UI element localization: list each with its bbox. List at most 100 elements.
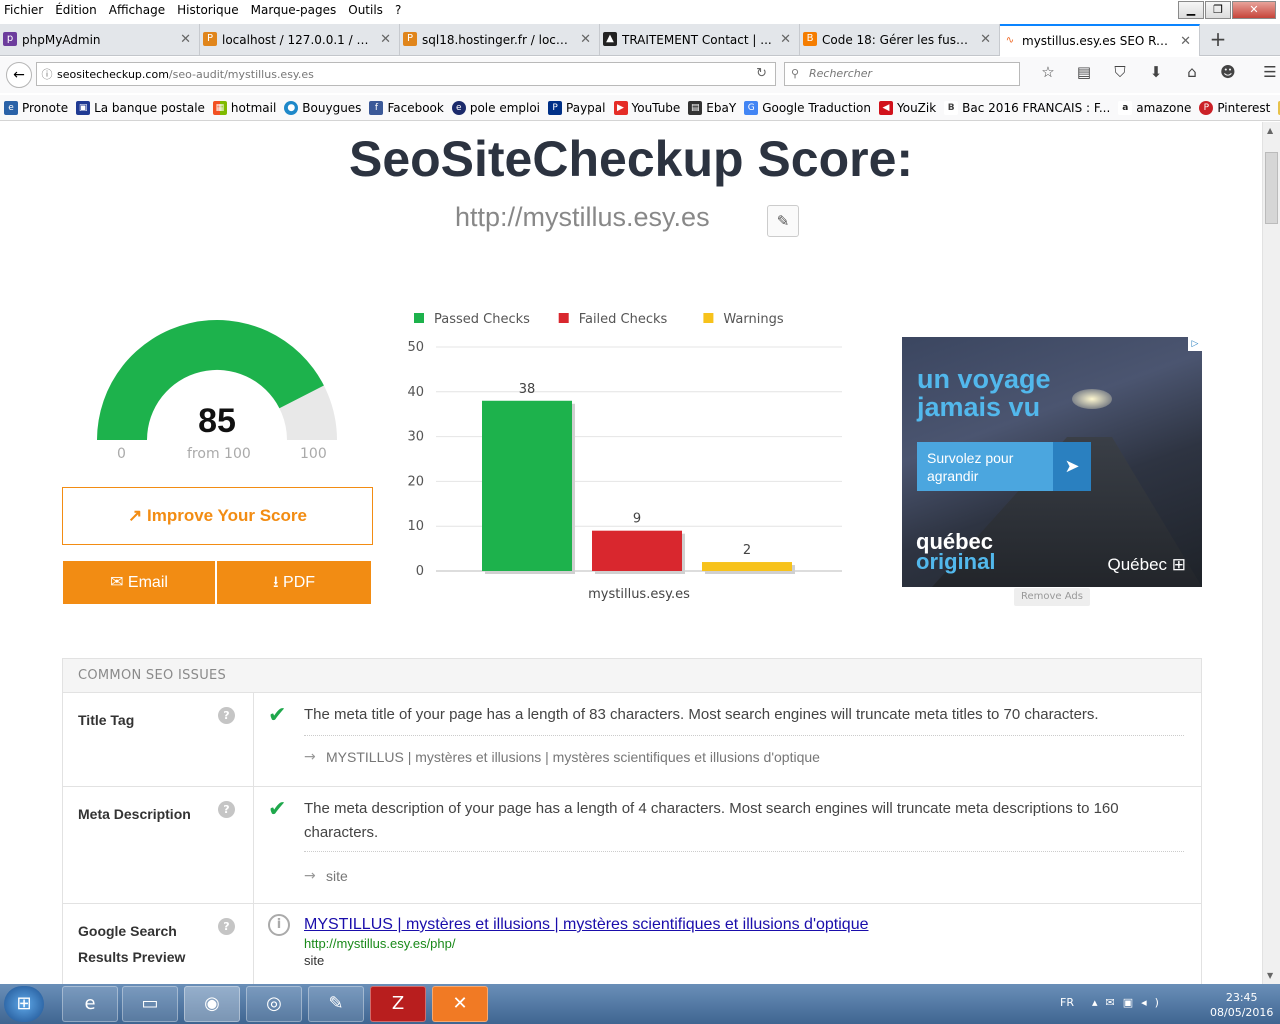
ad-brand-bottom: original bbox=[916, 549, 996, 574]
checkmark-icon: ✔ bbox=[268, 797, 287, 822]
close-tab-icon[interactable]: ✕ bbox=[1180, 34, 1191, 49]
y-tick-label: 40 bbox=[407, 385, 424, 400]
menu-historique[interactable]: Historique bbox=[177, 3, 239, 17]
bookmark-youtube[interactable]: ▶ YouTube bbox=[613, 100, 680, 115]
bookmark-pinterest[interactable]: P Pinterest bbox=[1199, 100, 1270, 115]
help-icon[interactable]: ? bbox=[218, 707, 235, 724]
menu-outils[interactable]: Outils bbox=[348, 3, 383, 17]
taskbar-explorer-icon[interactable]: ▭ bbox=[122, 986, 178, 1022]
taskbar-xampp-icon[interactable]: ✕ bbox=[432, 986, 488, 1022]
google-translate-icon: G bbox=[744, 100, 759, 115]
bookmark-pole-emploi[interactable]: e pole emploi bbox=[451, 100, 540, 115]
menu-marque-pages[interactable]: Marque-pages bbox=[251, 3, 337, 17]
menu-help[interactable]: ? bbox=[395, 3, 401, 17]
arrow-right-icon: → bbox=[304, 749, 316, 765]
clock[interactable]: 23:45 08/05/2016 bbox=[1210, 990, 1273, 1020]
blogger-icon: B bbox=[803, 32, 817, 46]
bookmark-amazone[interactable]: a amazone bbox=[1118, 100, 1191, 115]
bookmarks-list-icon[interactable]: ▤ bbox=[1066, 63, 1102, 81]
menu-fichier[interactable]: Fichier bbox=[4, 3, 43, 17]
scroll-up-icon[interactable]: ▲ bbox=[1267, 126, 1273, 135]
bookmark-youzik[interactable]: ◀ YouZik bbox=[878, 100, 936, 115]
close-window-button[interactable]: ✕ bbox=[1232, 1, 1276, 19]
tab-traitement[interactable]: ▲ TRAITEMENT Contact | ... ✕ bbox=[600, 24, 800, 55]
banque-icon: ▣ bbox=[76, 100, 91, 115]
x-category-label: mystillus.esy.es bbox=[588, 587, 690, 602]
site-url: http://mystillus.esy.es bbox=[455, 202, 710, 232]
tab-hostinger[interactable]: P sql18.hostinger.fr / localh... ✕ bbox=[400, 24, 600, 55]
pocket-icon[interactable]: ⛉ bbox=[1102, 63, 1138, 81]
ad-banner[interactable]: ▷ un voyage jamais vu Survolez pour agra… bbox=[902, 337, 1202, 587]
preview-title-link[interactable]: MYSTILLUS | mystères et illusions | myst… bbox=[304, 916, 868, 934]
vertical-scrollbar[interactable]: ▲ ▼ bbox=[1262, 122, 1280, 984]
scroll-down-icon[interactable]: ▼ bbox=[1267, 971, 1273, 980]
bookmark-label: hotmail bbox=[230, 100, 277, 115]
menu-edition[interactable]: Édition bbox=[55, 3, 97, 17]
taskbar-firefox-icon[interactable]: ◉ bbox=[184, 986, 240, 1022]
bouygues-icon: ● bbox=[284, 100, 299, 115]
ebay-icon: ▤ bbox=[688, 100, 703, 115]
chat-icon[interactable]: ☻ bbox=[1210, 63, 1246, 81]
minimize-button[interactable]: ▁ bbox=[1178, 1, 1204, 19]
scrollbar-thumb[interactable] bbox=[1265, 152, 1278, 224]
bookmark-paypal[interactable]: P Paypal bbox=[548, 100, 606, 115]
help-icon[interactable]: ? bbox=[218, 801, 235, 818]
bookmark-facebook[interactable]: f Facebook bbox=[369, 100, 444, 115]
bac-icon: B bbox=[944, 100, 959, 115]
legend-swatch bbox=[558, 313, 569, 323]
remove-ads-button[interactable]: Remove Ads bbox=[1014, 588, 1090, 606]
improve-score-button[interactable]: ↗ Improve Your Score bbox=[62, 487, 373, 545]
bookmark-ebay[interactable]: ▤ EbaY bbox=[688, 100, 736, 115]
reload-icon[interactable]: ↻ bbox=[756, 66, 767, 81]
score-min: 0 bbox=[117, 446, 126, 462]
ad-headline: un voyage jamais vu bbox=[917, 364, 1051, 422]
data-label: 9 bbox=[633, 512, 641, 527]
edit-pencil-icon[interactable]: ✎ bbox=[767, 205, 799, 237]
youtube-icon: ▶ bbox=[613, 100, 628, 115]
site-info-icon[interactable]: ⓘ bbox=[37, 66, 57, 82]
help-icon[interactable]: ? bbox=[218, 918, 235, 935]
bookmark-star-icon[interactable]: ☆ bbox=[1030, 63, 1066, 81]
home-icon[interactable]: ⌂ bbox=[1174, 63, 1210, 81]
taskbar-ie-icon[interactable]: e bbox=[62, 986, 118, 1022]
issue-detail: site bbox=[326, 868, 348, 884]
preview-description: site bbox=[304, 953, 325, 968]
close-tab-icon[interactable]: ✕ bbox=[380, 32, 391, 47]
bar-warnings bbox=[702, 562, 792, 571]
language-indicator[interactable]: FR bbox=[1060, 996, 1074, 1009]
bookmark-banque-postale[interactable]: ▣ La banque postale bbox=[76, 100, 205, 115]
issue-label: Title Tag bbox=[78, 712, 135, 728]
bookmark-hotmail[interactable]: ▦ hotmail bbox=[212, 100, 277, 115]
menu-hamburger-icon[interactable]: ☰ bbox=[1252, 63, 1280, 81]
adchoices-icon[interactable]: ▷ bbox=[1188, 337, 1202, 351]
menu-affichage[interactable]: Affichage bbox=[109, 3, 165, 17]
email-button[interactable]: ✉ Email bbox=[63, 561, 215, 604]
tray-icons[interactable]: ▴✉▣◂) bbox=[1092, 996, 1167, 1009]
close-tab-icon[interactable]: ✕ bbox=[580, 32, 591, 47]
tab-code18[interactable]: B Code 18: Gérer les fuseau... ✕ bbox=[800, 24, 1000, 55]
download-icon[interactable]: ⬇ bbox=[1138, 63, 1174, 81]
pdf-button[interactable]: ⭳ PDF bbox=[217, 561, 371, 604]
close-tab-icon[interactable]: ✕ bbox=[780, 32, 791, 47]
issue-label: Google Search Results Preview bbox=[78, 923, 186, 965]
tab-phpmyadmin[interactable]: p phpMyAdmin ✕ bbox=[0, 24, 200, 55]
new-tab-button[interactable]: + bbox=[1200, 24, 1236, 55]
data-label: 2 bbox=[743, 543, 751, 558]
tab-localhost[interactable]: P localhost / 127.0.0.1 / u12... ✕ bbox=[200, 24, 400, 55]
close-tab-icon[interactable]: ✕ bbox=[980, 32, 991, 47]
close-tab-icon[interactable]: ✕ bbox=[180, 32, 191, 47]
bookmark-bouygues[interactable]: ● Bouygues bbox=[284, 100, 361, 115]
restore-button[interactable]: ❐ bbox=[1205, 1, 1231, 19]
bookmark-pronote[interactable]: e Pronote bbox=[4, 100, 68, 115]
issue-message: The meta title of your page has a length… bbox=[304, 706, 1099, 723]
taskbar-chrome-icon[interactable]: ◎ bbox=[246, 986, 302, 1022]
bookmark-bac[interactable]: B Bac 2016 FRANCAIS : F... bbox=[944, 100, 1110, 115]
back-button[interactable]: ← bbox=[6, 62, 32, 88]
search-input[interactable]: ⚲ Rechercher bbox=[784, 62, 1020, 86]
taskbar-filezilla-icon[interactable]: Z bbox=[370, 986, 426, 1022]
bookmark-google-traduction[interactable]: G Google Traduction bbox=[744, 100, 871, 115]
taskbar-notepad-icon[interactable]: ✎ bbox=[308, 986, 364, 1022]
url-bar[interactable]: ⓘ seositecheckup.com/seo-audit/mystillus… bbox=[36, 62, 776, 86]
start-button[interactable]: ⊞ bbox=[4, 986, 44, 1022]
tab-seo-report[interactable]: ∿ mystillus.esy.es SEO Repo... ✕ bbox=[1000, 24, 1200, 56]
